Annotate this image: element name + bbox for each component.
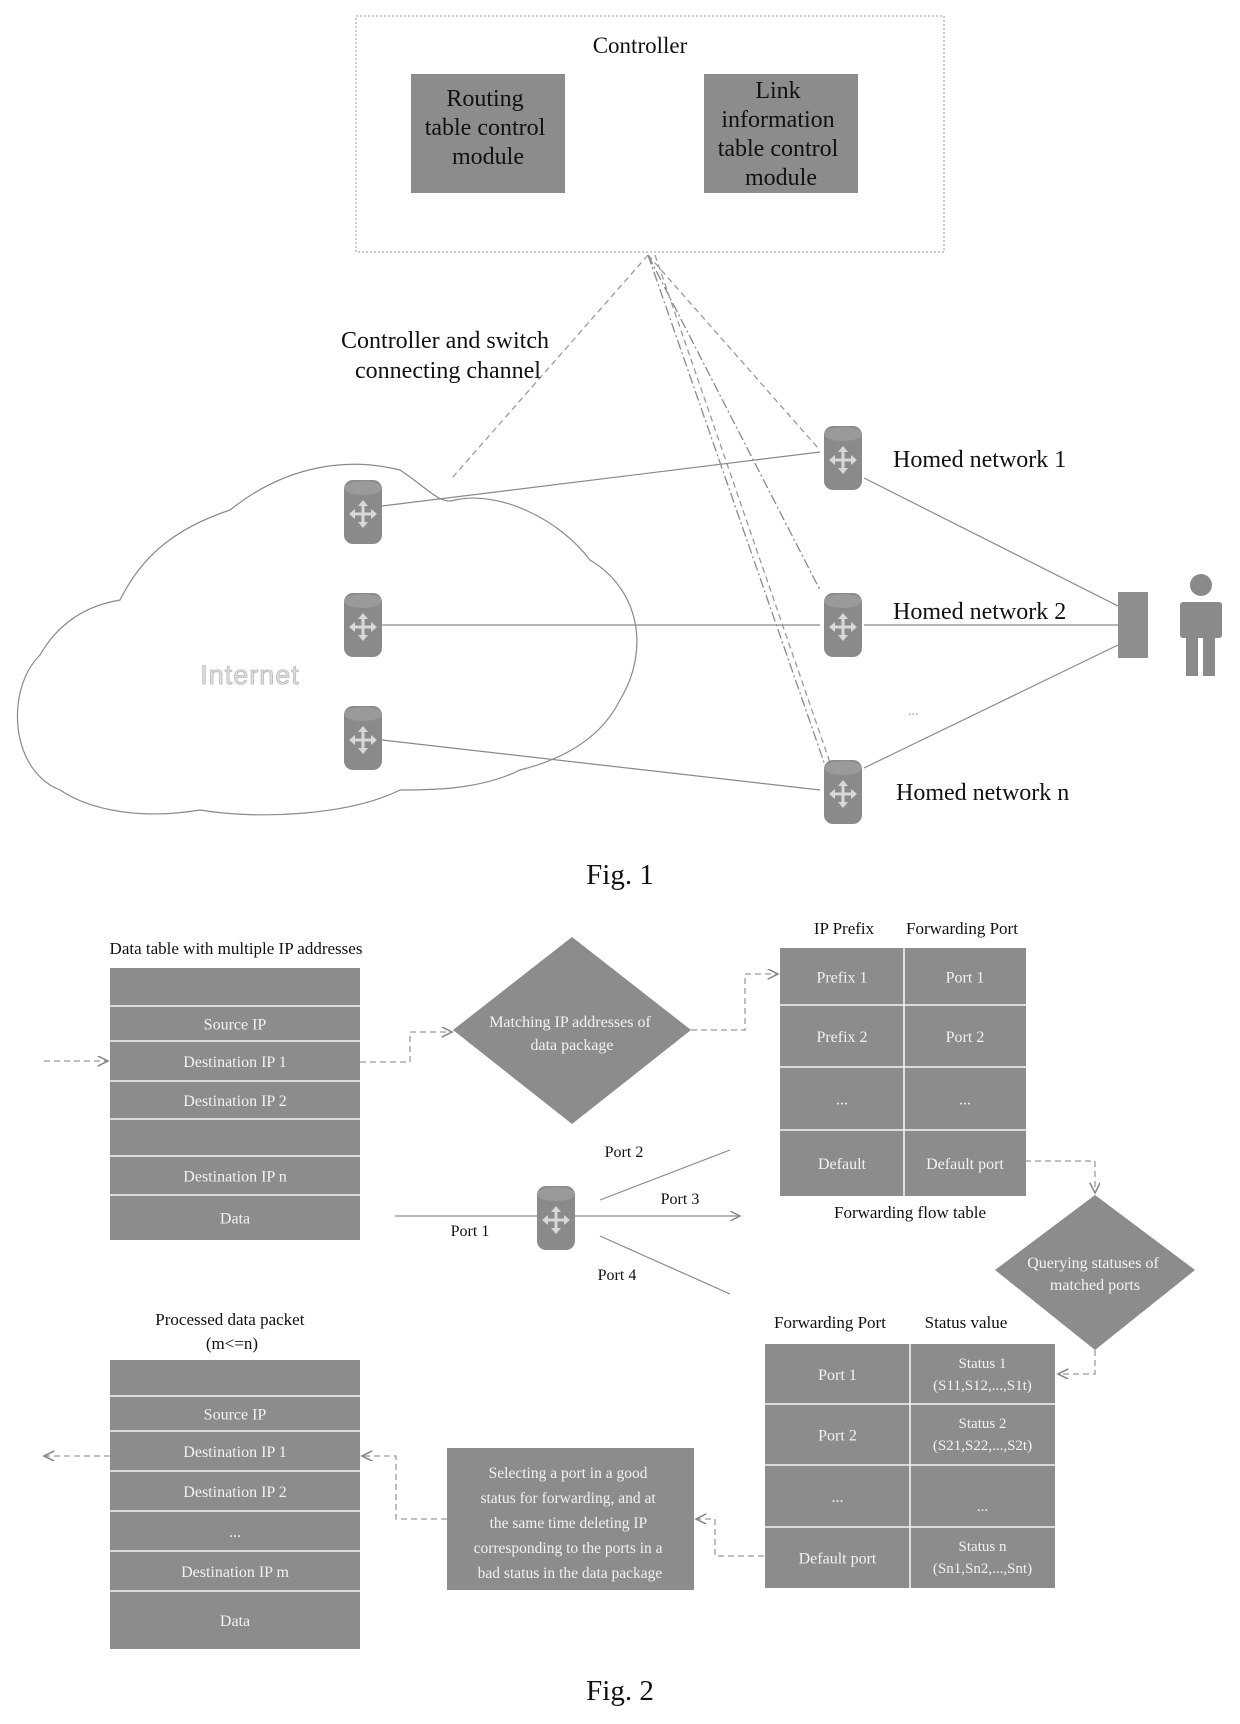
internet-router-1-icon: [342, 478, 384, 546]
status-to-select-arrow: [696, 1519, 764, 1557]
query-status-diamond: Querying statuses of matched ports: [995, 1195, 1195, 1350]
fig1-caption: Fig. 1: [586, 859, 654, 891]
input-data-table: Source IP Destination IP 1 Destination IP …: [110, 968, 360, 1240]
link-information-table-control-module: Link information table control module: [704, 74, 858, 193]
query-to-status-arrow: [1058, 1350, 1096, 1374]
port-cell: ...: [832, 1489, 844, 1506]
row-label: Destination IP 2: [183, 1484, 286, 1501]
input-table-title: Data table with multiple IP addresses: [110, 939, 363, 958]
row-label: ...: [229, 1524, 241, 1541]
status-header-port: Forwarding Port: [774, 1313, 886, 1332]
row-label: Data: [220, 1211, 250, 1228]
internet-label: Internet: [200, 660, 300, 690]
port-cell: Port 2: [946, 1029, 985, 1046]
flowtable-to-query-arrow: [1025, 1160, 1095, 1193]
flow-header-port: Forwarding Port: [906, 919, 1018, 938]
module-label: Routing: [446, 86, 523, 112]
row-label: Destination IP 2: [183, 1093, 286, 1110]
match-to-flowtable-arrow: [691, 974, 778, 1031]
module-label: module: [745, 165, 817, 191]
homed-network-2-label: Homed network 2: [893, 599, 1066, 625]
status-header-value: Status value: [925, 1313, 1008, 1332]
prefix-cell: ...: [836, 1092, 848, 1109]
status-vector-cell: (S21,S22,...,S2t): [933, 1438, 1032, 1454]
routing-table-control-module: Routing table control module: [411, 74, 565, 193]
row-label: Source IP: [204, 1407, 267, 1424]
forwarding-flow-table: Prefix 1 Port 1 Prefix 2 Port 2... ... Defaul…: [780, 948, 1026, 1196]
prefix-cell: Default: [818, 1156, 867, 1173]
match-ip-diamond: Matching IP addresses of data package: [453, 937, 691, 1124]
prefix-cell: Prefix 1: [816, 970, 867, 987]
module-label: Link: [755, 78, 800, 104]
row-label: Data: [220, 1613, 250, 1630]
status-name-cell: Status 2: [959, 1416, 1007, 1432]
port-cell: ...: [959, 1092, 971, 1109]
terminal-device-icon: [1118, 592, 1148, 658]
port-3-label: Port 3: [661, 1191, 700, 1208]
status-vector-cell: ...: [977, 1499, 988, 1515]
port-2-label: Port 2: [605, 1144, 644, 1161]
switch-icon: [535, 1184, 577, 1252]
status-name-cell: Status 1: [959, 1356, 1007, 1372]
homed-network-1-label: Homed network 1: [893, 447, 1066, 473]
port-status-table: Port 1 Status 1 (S11,S12,...,S1t) Port 2 Sta…: [765, 1344, 1055, 1588]
module-label: information: [721, 107, 834, 133]
port-cell: Port 2: [818, 1428, 857, 1445]
port-4-label: Port 4: [598, 1267, 637, 1284]
status-name-cell: Status n: [959, 1539, 1007, 1555]
port-cell: Default port: [926, 1156, 1004, 1173]
user-icon: [1180, 574, 1222, 676]
internet-cloud: [16, 463, 638, 816]
output-table-title: Processed data packet (m<=n): [155, 1310, 308, 1353]
fig2-caption: Fig. 2: [586, 1675, 654, 1707]
fig1: Controller Routing table control module …: [16, 15, 1222, 891]
patent-figure-canvas: Controller Routing table control module …: [16, 15, 1222, 1707]
flow-header-prefix: IP Prefix: [814, 919, 875, 938]
row-label: Destination IP n: [183, 1169, 286, 1186]
internet-router-3-icon: [342, 704, 384, 772]
row-label: Destination IP 1: [183, 1444, 286, 1461]
select-port-box: Selecting a port in a good status for fo…: [447, 1448, 694, 1590]
port-1-label: Port 1: [451, 1223, 490, 1240]
fig2: Data table with multiple IP addresses So…: [44, 919, 1195, 1707]
port-cell: Default port: [799, 1551, 877, 1568]
row-label: Destination IP m: [181, 1564, 289, 1581]
prefix-cell: Prefix 2: [816, 1029, 867, 1046]
homed-network-n-label: Homed network n: [896, 780, 1069, 806]
homed-router-2-icon: [822, 591, 864, 659]
port-cell: Port 1: [818, 1367, 857, 1384]
status-vector-cell: (S11,S12,...,S1t): [933, 1378, 1032, 1394]
port-cell: Port 1: [946, 970, 985, 987]
status-vector-cell: (Sn1,Sn2,...,Snt): [933, 1561, 1032, 1577]
flow-table-caption: Forwarding flow table: [834, 1203, 986, 1222]
homed-router-1-icon: [822, 424, 864, 492]
internet-router-2-icon: [342, 591, 384, 659]
output-data-table: Source IP Destination IP 1 Destination IP …: [110, 1360, 360, 1649]
module-label: table control: [425, 115, 546, 141]
table-to-match-arrow: [360, 1032, 452, 1063]
homed-router-n-icon: [822, 758, 864, 826]
controller-title: Controller: [593, 33, 688, 58]
homed-ellipsis: ...: [908, 704, 919, 719]
row-label: Destination IP 1: [183, 1054, 286, 1071]
row-label: Source IP: [204, 1017, 267, 1034]
channel-label: Controller and switch connecting channel: [341, 328, 555, 384]
table-bg: [110, 1360, 360, 1649]
module-label: table control: [718, 136, 839, 162]
module-label: module: [452, 144, 524, 170]
select-to-output-arrow: [362, 1456, 447, 1520]
